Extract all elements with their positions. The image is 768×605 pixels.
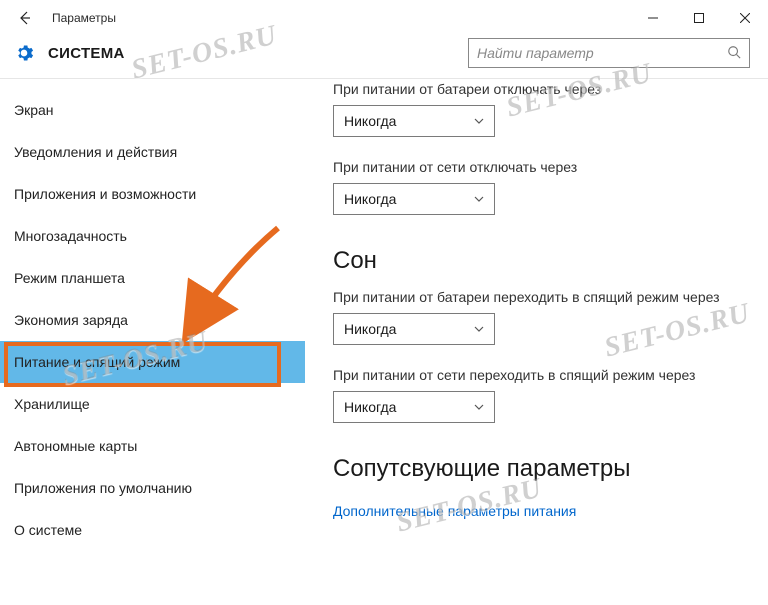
sidebar-item-power-sleep[interactable]: Питание и спящий режим bbox=[0, 341, 305, 383]
search-input[interactable] bbox=[468, 38, 750, 68]
back-button[interactable] bbox=[14, 8, 34, 28]
sidebar-item-tablet[interactable]: Режим планшета bbox=[0, 257, 305, 299]
ac-off-value: Никогда bbox=[344, 191, 396, 207]
sidebar-item-storage[interactable]: Хранилище bbox=[0, 383, 305, 425]
maximize-button[interactable] bbox=[676, 3, 722, 33]
chevron-down-icon bbox=[474, 399, 484, 415]
page-title: СИСТЕМА bbox=[48, 45, 125, 62]
battery-sleep-value: Никогда bbox=[344, 321, 396, 337]
sidebar-item-battery-saver[interactable]: Экономия заряда bbox=[0, 299, 305, 341]
battery-off-label: При питании от батареи отключать через bbox=[333, 81, 748, 97]
additional-power-link[interactable]: Дополнительные параметры питания bbox=[333, 503, 576, 519]
ac-off-label: При питании от сети отключать через bbox=[333, 159, 748, 175]
ac-sleep-label: При питании от сети переходить в спящий … bbox=[333, 367, 748, 383]
chevron-down-icon bbox=[474, 113, 484, 129]
window-title: Параметры bbox=[52, 11, 116, 25]
sidebar-item-offline-maps[interactable]: Автономные карты bbox=[0, 425, 305, 467]
battery-off-dropdown[interactable]: Никогда bbox=[333, 105, 495, 137]
sleep-section-title: Сон bbox=[333, 247, 748, 275]
header: СИСТЕМА bbox=[0, 36, 768, 78]
battery-sleep-label: При питании от батареи переходить в спящ… bbox=[333, 289, 748, 305]
ac-off-dropdown[interactable]: Никогда bbox=[333, 183, 495, 215]
ac-sleep-dropdown[interactable]: Никогда bbox=[333, 391, 495, 423]
main-layout: Экран Уведомления и действия Приложения … bbox=[0, 79, 768, 599]
gear-icon bbox=[14, 43, 34, 63]
related-section-title: Сопутсвующие параметры bbox=[333, 455, 748, 483]
chevron-down-icon bbox=[474, 321, 484, 337]
content-pane: При питании от батареи отключать через Н… bbox=[305, 79, 768, 599]
close-button[interactable] bbox=[722, 3, 768, 33]
battery-off-value: Никогда bbox=[344, 113, 396, 129]
titlebar: Параметры bbox=[0, 0, 768, 36]
search-icon bbox=[727, 45, 741, 62]
search-field[interactable] bbox=[477, 45, 727, 61]
sidebar-item-about[interactable]: О системе bbox=[0, 509, 305, 551]
battery-sleep-dropdown[interactable]: Никогда bbox=[333, 313, 495, 345]
sidebar-item-multitasking[interactable]: Многозадачность bbox=[0, 215, 305, 257]
sidebar-item-apps[interactable]: Приложения и возможности bbox=[0, 173, 305, 215]
ac-sleep-value: Никогда bbox=[344, 399, 396, 415]
window-controls bbox=[630, 3, 768, 33]
sidebar-item-default-apps[interactable]: Приложения по умолчанию bbox=[0, 467, 305, 509]
sidebar: Экран Уведомления и действия Приложения … bbox=[0, 79, 305, 599]
chevron-down-icon bbox=[474, 191, 484, 207]
sidebar-item-display[interactable]: Экран bbox=[0, 89, 305, 131]
minimize-button[interactable] bbox=[630, 3, 676, 33]
sidebar-item-notifications[interactable]: Уведомления и действия bbox=[0, 131, 305, 173]
